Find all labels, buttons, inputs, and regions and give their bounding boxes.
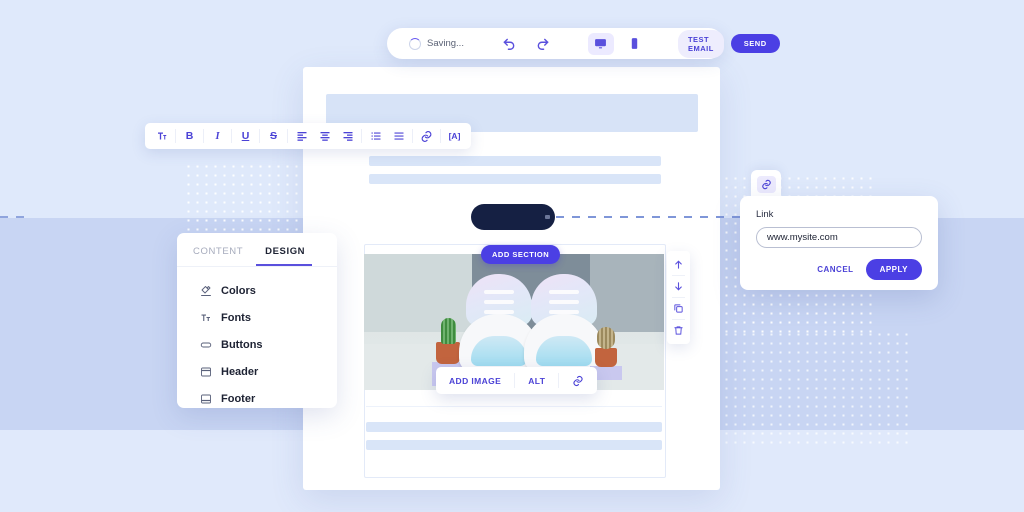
link-icon[interactable] [559,367,597,394]
toolbar-divider [440,129,441,143]
move-up-icon[interactable] [667,254,690,275]
sneaker-lace [549,300,579,304]
design-item-buttons[interactable]: Buttons [177,331,337,358]
editor-top-toolbar: Saving... TEST EMAIL SEND [387,28,780,59]
move-down-icon[interactable] [667,276,690,297]
button-block-selected[interactable] [471,204,555,230]
align-center-icon[interactable] [313,126,336,146]
add-image-button[interactable]: ADD IMAGE [436,367,514,394]
toolbar-divider [231,129,232,143]
underline-icon[interactable]: U [234,126,257,146]
cancel-button[interactable]: CANCEL [817,265,853,274]
link-popup-tab[interactable] [751,170,781,198]
align-right-icon[interactable] [336,126,359,146]
redo-icon[interactable] [530,33,556,55]
cactus-left [441,318,456,344]
link-icon[interactable] [415,126,438,146]
add-section-button[interactable]: ADD SECTION [481,245,561,264]
device-preview-controls [572,32,664,55]
bullet-list-icon[interactable] [387,126,410,146]
header-icon [199,365,212,378]
toolbar-divider [175,129,176,143]
sneaker-lace [484,300,514,304]
alt-text-button[interactable]: ALT [515,367,558,394]
align-left-icon[interactable] [290,126,313,146]
bold-icon[interactable]: B [178,126,201,146]
desktop-view-icon[interactable] [587,32,614,55]
toolbar-divider [259,129,260,143]
delete-icon[interactable] [667,320,690,341]
text-placeholder-line-1[interactable] [369,156,661,166]
sneaker-lace [549,310,579,314]
connector-line-left [0,216,30,218]
sneaker-toe [536,336,592,366]
design-item-label: Footer [221,392,256,405]
sneaker-right [524,274,604,372]
image-actions-toolbar: ADD IMAGE ALT [436,367,598,394]
block-tools-toolbar [667,251,690,344]
design-item-colors[interactable]: Colors [177,277,337,304]
design-item-footer[interactable]: Footer [177,385,337,412]
canvas-divider [366,406,662,407]
toolbar-divider [412,129,413,143]
italic-icon[interactable]: I [206,126,229,146]
plant-pot-right [595,348,617,367]
color-picker-icon [199,284,212,297]
sneaker-toe [471,336,527,366]
text-style-icon[interactable] [150,126,173,146]
design-menu-list: Colors Fonts Buttons Header Footer [177,267,337,412]
mobile-view-icon[interactable] [622,33,648,55]
cactus-right [597,327,615,349]
design-item-header[interactable]: Header [177,358,337,385]
design-settings-panel: CONTENT DESIGN Colors Fonts Buttons Head… [177,233,337,408]
sneaker-lace [484,310,514,314]
footer-placeholder-line-2[interactable] [366,440,662,450]
plant-pot-left [436,342,460,364]
design-item-label: Fonts [221,311,251,324]
link-popup: Link CANCEL APPLY [740,196,938,290]
footer-placeholder-line-1[interactable] [366,422,662,432]
sneaker-lace [549,290,579,294]
toolbar-divider [203,129,204,143]
tab-content[interactable]: CONTENT [193,246,243,266]
send-button[interactable]: SEND [730,34,780,53]
font-icon [199,311,212,324]
photo-backdrop-left [364,254,472,332]
link-icon [756,175,776,193]
link-url-input[interactable] [756,227,922,248]
toolbar-divider [361,129,362,143]
toolbar-divider [287,129,288,143]
button-icon [199,338,212,351]
decorative-dot-grid-right-lower [722,330,912,450]
save-status-label: Saving... [427,38,464,49]
duplicate-icon[interactable] [667,298,690,319]
link-popup-actions: CANCEL APPLY [756,259,922,280]
save-status: Saving... [387,37,480,50]
undo-icon[interactable] [496,33,522,55]
strikethrough-icon[interactable]: S [262,126,285,146]
design-item-fonts[interactable]: Fonts [177,304,337,331]
design-item-label: Buttons [221,338,263,351]
apply-button[interactable]: APPLY [865,259,922,280]
ordered-list-icon[interactable] [364,126,387,146]
merge-tag-icon[interactable]: [A] [443,126,466,146]
connector-line-to-link-popup [556,216,762,218]
screenshot-root: Saving... TEST EMAIL SEND B I U S [A] CO… [0,0,1024,512]
spinner-icon [409,37,421,50]
design-item-label: Header [221,365,259,378]
panel-tabs: CONTENT DESIGN [177,233,337,266]
text-formatting-toolbar: B I U S [A] [145,123,471,149]
link-field-label: Link [756,209,774,220]
design-item-label: Colors [221,284,256,297]
tab-design[interactable]: DESIGN [265,246,305,266]
footer-icon [199,392,212,405]
test-email-button[interactable]: TEST EMAIL [677,29,724,58]
sneaker-lace [484,290,514,294]
text-placeholder-line-2[interactable] [369,174,661,184]
history-controls [480,33,572,55]
